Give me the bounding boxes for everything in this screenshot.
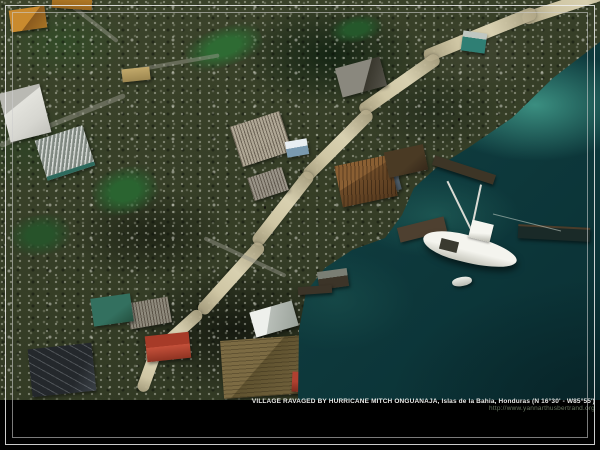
teal-building xyxy=(90,293,134,326)
shrimp-boat xyxy=(408,178,538,293)
aerial-photo xyxy=(0,0,600,400)
dark-roof-house xyxy=(28,343,97,397)
person xyxy=(458,118,460,121)
person xyxy=(300,170,302,173)
person xyxy=(264,206,266,209)
caption: VILLAGE RAVAGED BY HURRICANE MITCH ONGUA… xyxy=(252,398,595,412)
framed-photo-page: VILLAGE RAVAGED BY HURRICANE MITCH ONGUA… xyxy=(0,0,600,450)
teal-house xyxy=(461,30,488,53)
caption-url: http://www.yannarthusbertrand.org xyxy=(252,405,595,412)
red-roof-house xyxy=(145,332,191,362)
caption-title: VILLAGE RAVAGED BY HURRICANE MITCH ONGUA… xyxy=(252,398,595,405)
